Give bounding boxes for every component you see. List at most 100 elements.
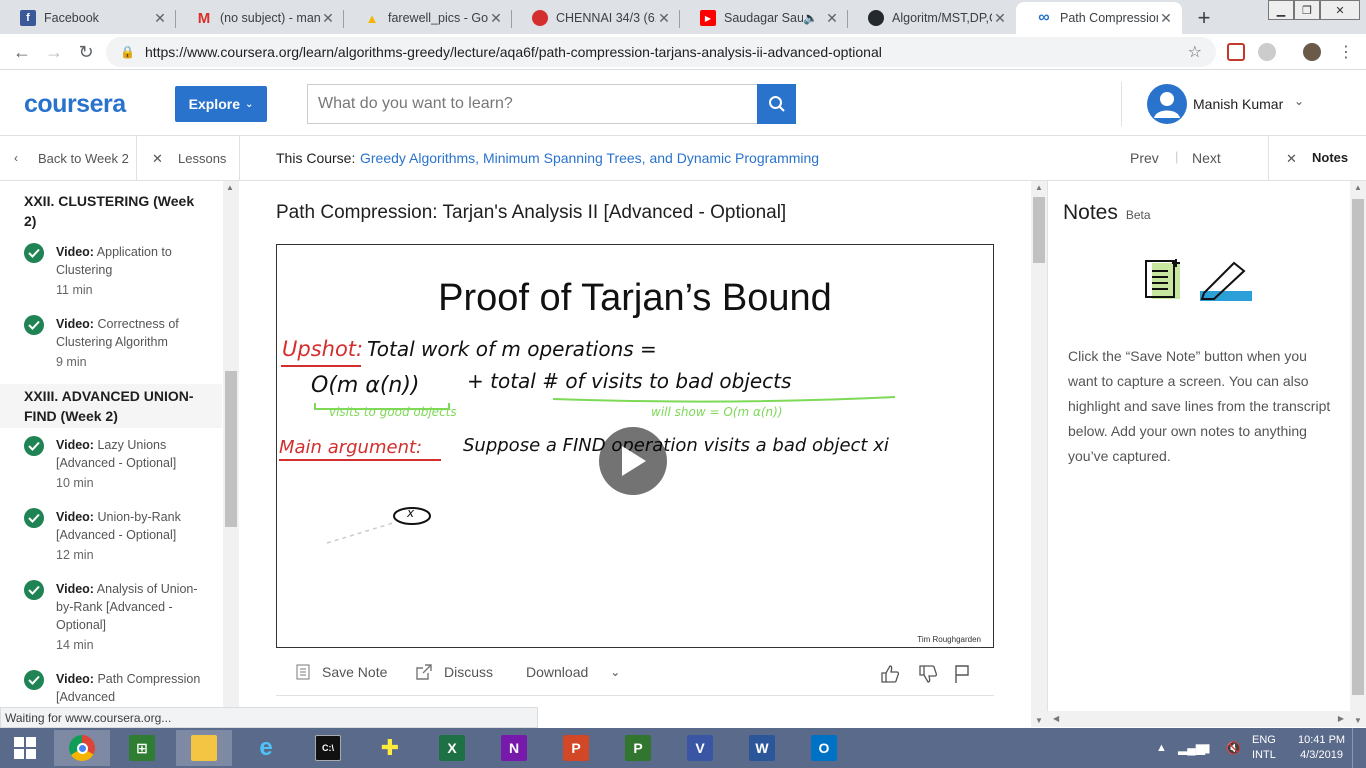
scrollbar-thumb[interactable]: [1352, 199, 1364, 695]
speaker-icon[interactable]: 🔈: [803, 11, 818, 25]
new-tab-icon[interactable]: +: [1190, 4, 1218, 32]
lesson-item[interactable]: Video: Correctness of Clustering Algorit…: [24, 315, 214, 371]
battery-icon[interactable]: ▮: [1204, 728, 1211, 768]
play-button[interactable]: [599, 427, 667, 495]
coursera-logo[interactable]: coursera: [24, 90, 126, 119]
search-input[interactable]: [307, 84, 757, 124]
tray-expand-icon[interactable]: ▲: [1156, 728, 1167, 768]
scrollbar-thumb[interactable]: [225, 371, 237, 527]
user-name[interactable]: Manish Kumar: [1193, 96, 1283, 112]
taskbar-excel[interactable]: X: [424, 730, 480, 766]
lesson-item[interactable]: Video: Application to Clustering 11 min: [24, 243, 214, 299]
network-icon[interactable]: ▂▄▆: [1178, 728, 1205, 768]
notes-scrollbar[interactable]: ▲ ▼: [1350, 181, 1366, 727]
explore-button[interactable]: Explore ⌄: [175, 86, 267, 122]
windows-start-button[interactable]: [0, 730, 50, 766]
notes-toggle[interactable]: Notes: [1312, 150, 1348, 165]
dislike-button[interactable]: [918, 664, 938, 684]
tab-title: Facebook: [44, 11, 99, 25]
taskbar-project[interactable]: P: [610, 730, 666, 766]
profile-avatar-icon[interactable]: [1303, 43, 1321, 61]
save-note-button[interactable]: Save Note: [296, 664, 387, 680]
extension-icon[interactable]: [1258, 43, 1276, 61]
sidebar-scrollbar[interactable]: ▲: [223, 181, 239, 707]
language-indicator[interactable]: ENG INTL: [1252, 728, 1276, 768]
close-icon[interactable]: ✕: [152, 10, 168, 27]
maximize-icon[interactable]: ❐: [1294, 0, 1320, 20]
scroll-up-icon[interactable]: ▲: [1354, 183, 1362, 192]
search-button[interactable]: [757, 84, 796, 124]
scrollbar-thumb[interactable]: [1033, 197, 1045, 263]
like-button[interactable]: [880, 664, 900, 684]
scroll-left-icon[interactable]: ◀: [1053, 714, 1059, 723]
close-icon[interactable]: ✕: [656, 10, 672, 27]
back-to-week-link[interactable]: Back to Week 2: [38, 151, 129, 166]
browser-tab-coursera[interactable]: ∞ Path Compression: ✕: [1016, 2, 1182, 34]
notes-horizontal-scrollbar[interactable]: ◀ ▶: [1047, 711, 1350, 727]
browser-tab-github[interactable]: Algoritm/MST,DP,G ✕: [848, 2, 1016, 34]
scroll-up-icon[interactable]: ▲: [226, 183, 234, 192]
minimize-icon[interactable]: ▁: [1268, 0, 1294, 20]
browser-tab-facebook[interactable]: f Facebook ✕: [0, 2, 176, 34]
taskbar-visio[interactable]: V: [672, 730, 728, 766]
taskbar-chrome[interactable]: [54, 730, 110, 766]
volume-muted-icon[interactable]: 🔇: [1226, 728, 1241, 768]
taskbar-cmd[interactable]: C:\: [300, 730, 356, 766]
taskbar-onenote[interactable]: N: [486, 730, 542, 766]
close-icon[interactable]: ✕: [824, 10, 840, 27]
clock[interactable]: 10:41 PM 4/3/2019: [1298, 728, 1345, 768]
prev-link[interactable]: Prev: [1130, 150, 1159, 166]
extension-icon[interactable]: [1227, 43, 1245, 61]
browser-tab-cricket[interactable]: CHENNAI 34/3 (6.0) ✕: [512, 2, 680, 34]
scroll-down-icon[interactable]: ▼: [1035, 716, 1043, 725]
close-icon[interactable]: ✕: [1158, 10, 1174, 27]
user-avatar[interactable]: [1147, 84, 1187, 124]
back-arrow-icon[interactable]: ←: [10, 40, 34, 64]
taskbar-internet-explorer[interactable]: e: [238, 730, 294, 766]
discuss-button[interactable]: Discuss: [416, 664, 493, 680]
next-link[interactable]: Next: [1192, 150, 1221, 166]
lesson-item[interactable]: Video: Union-by-Rank [Advanced - Optiona…: [24, 508, 214, 564]
close-icon[interactable]: ✕: [152, 151, 163, 167]
forward-arrow-icon[interactable]: →: [42, 40, 66, 64]
bookmark-star-icon[interactable]: ☆: [1188, 42, 1202, 62]
share-icon: [416, 664, 432, 680]
window-close-icon[interactable]: ✕: [1320, 0, 1360, 20]
scroll-up-icon[interactable]: ▲: [1035, 183, 1043, 192]
browser-tab-youtube[interactable]: ▶ Saudagar Saud 🔈 ✕: [680, 2, 848, 34]
reload-icon[interactable]: ↻: [74, 40, 98, 64]
menu-dots-icon[interactable]: ⋮: [1334, 40, 1358, 64]
taskbar-store[interactable]: ⊞: [114, 730, 170, 766]
lesson-item[interactable]: Video: Analysis of Union-by-Rank [Advanc…: [24, 580, 214, 654]
slide-main-label: Main argument:: [279, 437, 423, 458]
close-icon[interactable]: ✕: [320, 10, 336, 27]
lesson-type: Video:: [56, 582, 94, 596]
lesson-item[interactable]: Video: Path Compression [Advanced: [24, 670, 214, 706]
close-icon[interactable]: ✕: [488, 10, 504, 27]
scroll-down-icon[interactable]: ▼: [1354, 716, 1362, 725]
report-flag-button[interactable]: [954, 664, 970, 684]
scroll-right-icon[interactable]: ▶: [1338, 714, 1344, 723]
url-bar[interactable]: 🔒 https://www.coursera.org/learn/algorit…: [106, 37, 1216, 67]
week-heading[interactable]: XXIII. ADVANCED UNION-FIND (Week 2): [0, 384, 222, 428]
taskbar-outlook[interactable]: O: [796, 730, 852, 766]
show-desktop-button[interactable]: [1352, 728, 1366, 768]
browser-tab-drive[interactable]: ▲ farewell_pics - Goo ✕: [344, 2, 512, 34]
lessons-toggle[interactable]: Lessons: [178, 151, 226, 166]
course-name-link[interactable]: Greedy Algorithms, Minimum Spanning Tree…: [360, 150, 819, 166]
main-scrollbar[interactable]: ▲ ▼: [1031, 181, 1047, 727]
taskbar-word[interactable]: W: [734, 730, 790, 766]
slide-note: visits to good objects: [329, 405, 457, 419]
taskbar-powerpoint[interactable]: P: [548, 730, 604, 766]
week-heading[interactable]: XXII. CLUSTERING (Week 2): [0, 191, 222, 231]
taskbar-file-explorer[interactable]: [176, 730, 232, 766]
video-player[interactable]: Proof of Tarjan’s Bound Upshot: Total wo…: [276, 244, 994, 648]
lesson-item[interactable]: Video: Lazy Unions [Advanced - Optional]…: [24, 436, 214, 492]
chevron-down-icon[interactable]: ⌄: [1294, 94, 1304, 108]
browser-tab-gmail[interactable]: M (no subject) - manis ✕: [176, 2, 344, 34]
close-icon[interactable]: ✕: [1286, 151, 1297, 167]
download-button[interactable]: Download ⌄: [526, 664, 620, 680]
project-icon: P: [625, 735, 651, 761]
taskbar-app[interactable]: ✚: [362, 730, 418, 766]
close-icon[interactable]: ✕: [992, 10, 1008, 27]
